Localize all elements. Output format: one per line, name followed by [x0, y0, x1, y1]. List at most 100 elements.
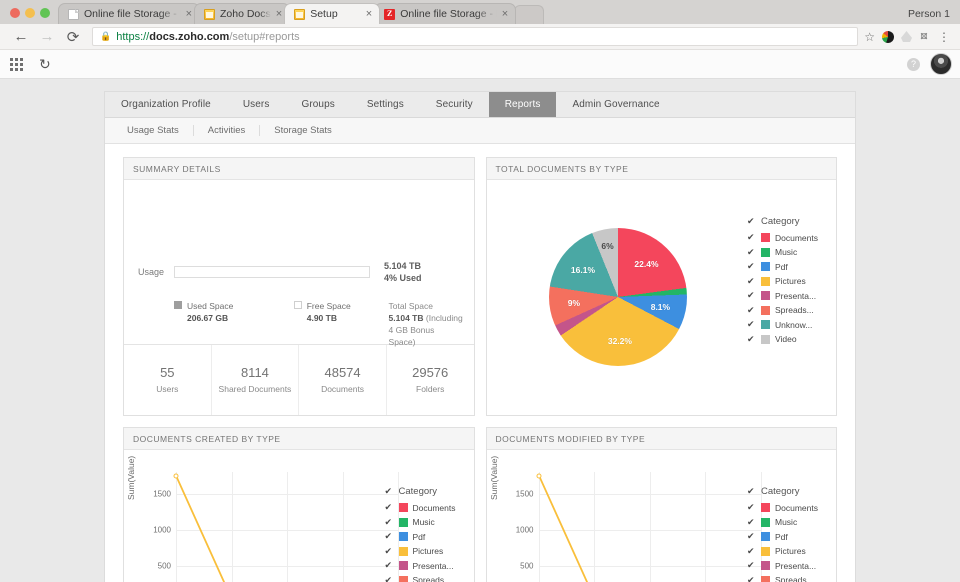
legend-header[interactable]: ✔Category [385, 486, 456, 497]
url-scheme: https:// [116, 31, 149, 43]
checkmark-icon[interactable]: ✔ [747, 291, 756, 300]
checkmark-icon[interactable]: ✔ [747, 320, 756, 329]
checkmark-icon[interactable]: ✔ [747, 503, 756, 512]
checkmark-icon[interactable]: ✔ [385, 561, 394, 570]
legend-item-pictures[interactable]: ✔Pictures [747, 546, 818, 556]
browser-tab[interactable]: Z Online file Storage - Documen × [374, 3, 516, 24]
profile-label[interactable]: Person 1 [908, 8, 950, 20]
apps-grid-icon[interactable] [10, 58, 23, 71]
data-point[interactable] [536, 473, 541, 478]
checkmark-icon[interactable]: ✔ [747, 233, 756, 242]
back-icon[interactable]: ← [8, 26, 34, 48]
window-minimize-button[interactable] [25, 8, 35, 18]
tab-close-icon[interactable]: × [502, 9, 508, 20]
legend-item-spreads[interactable]: ✔Spreads... [747, 305, 818, 315]
page-refresh-icon[interactable]: ↻ [39, 56, 51, 73]
help-icon[interactable]: ? [907, 58, 920, 71]
legend-item-label: Spreads... [775, 575, 814, 582]
window-maximize-button[interactable] [40, 8, 50, 18]
window-close-button[interactable] [10, 8, 20, 18]
tab-title: Online file Storage - Documen [84, 8, 181, 20]
checkmark-icon[interactable]: ✔ [747, 487, 756, 496]
browser-toolbar: ← → ⟳ 🔒 https://docs.zoho.com/setup#repo… [0, 24, 960, 50]
checkmark-icon[interactable]: ✔ [747, 262, 756, 271]
legend-item-presenta[interactable]: ✔Presenta... [747, 561, 818, 571]
nav-settings[interactable]: Settings [351, 92, 420, 117]
checkmark-icon[interactable]: ✔ [747, 547, 756, 556]
nav-admin-governance[interactable]: Admin Governance [556, 92, 675, 117]
modified-chart-plot[interactable]: 050010001500 [539, 472, 761, 582]
user-avatar[interactable] [930, 53, 952, 75]
forward-icon[interactable]: → [34, 26, 60, 48]
total-space-note2: 4 GB Bonus Space) [389, 324, 464, 348]
star-icon[interactable]: ☆ [864, 30, 875, 44]
legend-item-pdf[interactable]: ✔Pdf [385, 532, 456, 542]
legend-item-documents[interactable]: ✔Documents [747, 233, 818, 243]
documents-created-by-type-title: DOCUMENTS CREATED BY TYPE [124, 428, 474, 450]
browser-tab-active[interactable]: Setup × [284, 3, 380, 24]
chrome-menu-icon[interactable]: ⋮ [938, 30, 950, 44]
legend-item-spreads[interactable]: ✔ Spreads... [747, 575, 818, 582]
checkmark-icon[interactable]: ✔ [385, 503, 394, 512]
tab-close-icon[interactable]: × [276, 9, 282, 20]
checkmark-icon[interactable]: ✔ [747, 561, 756, 570]
legend-item-label: Documents [775, 503, 818, 513]
data-point[interactable] [174, 473, 179, 478]
subnav-activities[interactable]: Activities [194, 125, 260, 136]
browser-tab[interactable]: Zoho Docs × [194, 3, 290, 24]
checkmark-icon[interactable]: ✔ [747, 335, 756, 344]
checkmark-icon[interactable]: ✔ [385, 547, 394, 556]
legend-item-video[interactable]: ✔Video [747, 334, 818, 344]
legend-item-presenta[interactable]: ✔Presenta... [385, 561, 456, 571]
nav-organization-profile[interactable]: Organization Profile [105, 92, 227, 117]
free-space-block: Free Space 4.90 TB [307, 300, 351, 348]
address-bar[interactable]: 🔒 https://docs.zoho.com/setup#reports [92, 27, 858, 46]
checkmark-icon[interactable]: ✔ [747, 306, 756, 315]
legend-item-documents[interactable]: ✔Documents [385, 503, 456, 513]
nav-reports[interactable]: Reports [489, 92, 557, 117]
checkmark-icon[interactable]: ✔ [385, 532, 394, 541]
legend-swatch-icon [761, 532, 770, 541]
pie-slice-label-pictures: 32.2% [608, 336, 632, 346]
legend-item-music[interactable]: ✔Music [747, 247, 818, 257]
legend-item-pictures[interactable]: ✔Pictures [747, 276, 818, 286]
legend-header[interactable]: ✔Category [747, 216, 818, 227]
extension-colorwheel-icon[interactable] [882, 31, 894, 43]
subnav-storage-stats[interactable]: Storage Stats [260, 125, 346, 136]
legend-item-music[interactable]: ✔Music [385, 517, 456, 527]
nav-security[interactable]: Security [420, 92, 489, 117]
extension-pipette-icon[interactable]: ✥ [917, 28, 934, 45]
legend-item-presenta[interactable]: ✔Presenta... [747, 291, 818, 301]
extension-drop-icon[interactable] [901, 31, 912, 42]
legend-header[interactable]: ✔Category [747, 486, 818, 497]
tab-close-icon[interactable]: × [366, 9, 372, 20]
checkmark-icon[interactable]: ✔ [385, 576, 394, 582]
nav-users[interactable]: Users [227, 92, 286, 117]
stat-documents-label: Documents [321, 383, 364, 395]
legend-item-unknow[interactable]: ✔Unknow... [747, 320, 818, 330]
legend-item-pictures[interactable]: ✔Pictures [385, 546, 456, 556]
legend-item-spreads[interactable]: ✔Spreads... [385, 575, 456, 582]
checkmark-icon[interactable]: ✔ [747, 576, 756, 582]
reload-icon[interactable]: ⟳ [60, 26, 86, 48]
tab-close-icon[interactable]: × [186, 9, 192, 20]
line-series-pictures [176, 476, 398, 582]
browser-tab[interactable]: Online file Storage - Documen × [58, 3, 200, 24]
checkmark-icon[interactable]: ✔ [385, 518, 394, 527]
checkmark-icon[interactable]: ✔ [747, 217, 756, 226]
legend-item-pdf[interactable]: ✔Pdf [747, 262, 818, 272]
checkmark-icon[interactable]: ✔ [385, 487, 394, 496]
legend-item-music[interactable]: ✔Music [747, 517, 818, 527]
legend-item-documents[interactable]: ✔ Documents [747, 503, 818, 513]
nav-groups[interactable]: Groups [285, 92, 350, 117]
created-chart-plot[interactable]: 050010001500 [176, 472, 398, 582]
stat-shared-documents-value: 8114 [241, 365, 269, 380]
subnav-usage-stats[interactable]: Usage Stats [123, 125, 194, 136]
checkmark-icon[interactable]: ✔ [747, 518, 756, 527]
legend-item-pdf[interactable]: ✔Pdf [747, 532, 818, 542]
new-tab-button[interactable] [514, 5, 544, 24]
checkmark-icon[interactable]: ✔ [747, 532, 756, 541]
checkmark-icon[interactable]: ✔ [747, 248, 756, 257]
used-space-block: Used Space 206.67 GB [187, 300, 233, 348]
checkmark-icon[interactable]: ✔ [747, 277, 756, 286]
